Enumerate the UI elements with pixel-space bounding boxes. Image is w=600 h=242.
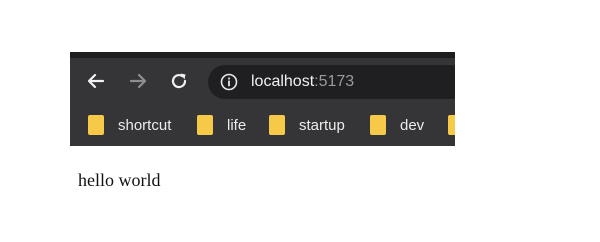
reload-button[interactable]: [165, 67, 193, 95]
folder-icon: [269, 115, 285, 135]
arrow-right-icon: [129, 73, 147, 89]
navigation-bar: localhost:5173: [70, 58, 455, 104]
info-icon[interactable]: [220, 73, 238, 91]
back-button[interactable]: [82, 67, 110, 95]
url-text: localhost:5173: [251, 73, 354, 91]
bookmark-label: startup: [299, 116, 345, 134]
reload-icon: [171, 73, 187, 89]
bookmark-shortcut[interactable]: shortcut: [88, 113, 171, 137]
browser-window: localhost:5173 shortcut life startup dev: [70, 52, 455, 146]
bookmark-dev[interactable]: dev: [370, 113, 424, 137]
folder-icon: [197, 115, 213, 135]
forward-button[interactable]: [124, 67, 152, 95]
bookmark-life[interactable]: life: [197, 113, 246, 137]
page-body-text: hello world: [78, 170, 161, 190]
folder-icon: [448, 115, 455, 135]
bookmarks-bar: shortcut life startup dev: [70, 104, 455, 146]
bookmark-label: dev: [400, 116, 425, 134]
bookmark-label: life: [227, 116, 247, 134]
url-port: :5173: [314, 73, 355, 90]
folder-icon: [370, 115, 386, 135]
bookmark-overflow[interactable]: [448, 113, 455, 137]
folder-icon: [88, 115, 104, 135]
arrow-left-icon: [87, 73, 105, 89]
url-host: localhost: [251, 73, 315, 90]
bookmark-startup[interactable]: startup: [269, 113, 345, 137]
address-bar[interactable]: localhost:5173: [208, 65, 455, 99]
bookmark-label: shortcut: [118, 116, 172, 134]
